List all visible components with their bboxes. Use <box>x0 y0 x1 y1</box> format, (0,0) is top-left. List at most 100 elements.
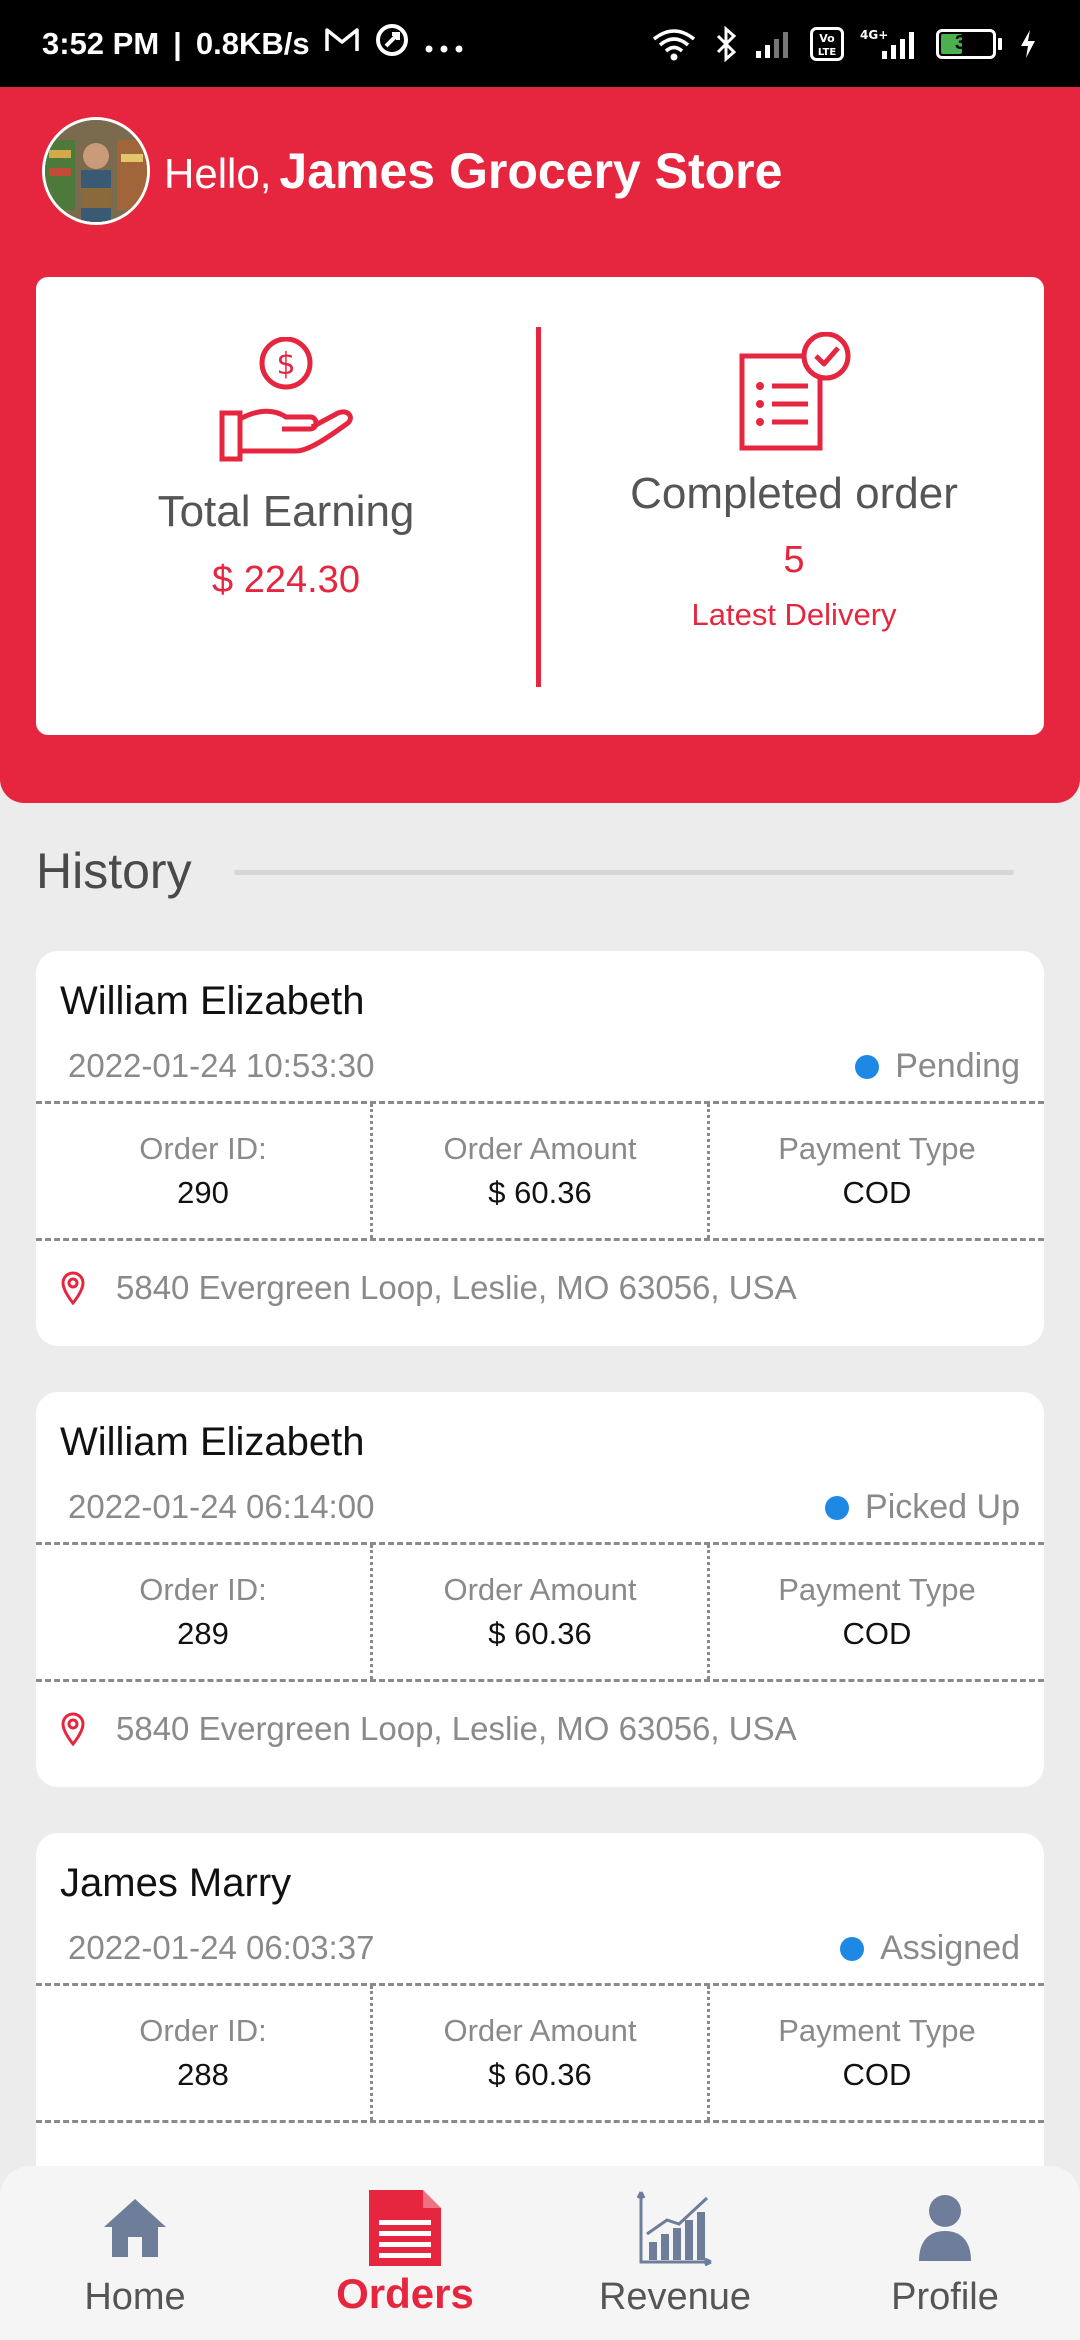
home-icon <box>95 2188 175 2268</box>
status-dot <box>840 1936 865 1961</box>
wifi-icon <box>650 27 698 61</box>
order-id-label: Order ID: <box>139 2013 267 2048</box>
stats-card: $ Total Earning $ 224.30 Completed order… <box>36 277 1044 735</box>
order-amount-cell: Order Amount $ 60.36 <box>370 1545 707 1679</box>
order-id-value: 290 <box>177 1175 229 1210</box>
greeting-label: Hello, <box>164 150 272 197</box>
payment-type-label: Payment Type <box>778 2013 976 2048</box>
customer-name: William Elizabeth <box>60 1420 365 1464</box>
order-id-value: 288 <box>177 2057 229 2092</box>
order-info-row: Order ID: 289 Order Amount $ 60.36 Payme… <box>36 1542 1044 1682</box>
payment-type-cell: Payment Type COD <box>707 1986 1044 2120</box>
completed-value: 5 <box>783 539 805 581</box>
order-amount-label: Order Amount <box>443 1131 637 1166</box>
nav-home[interactable]: Home <box>0 2166 270 2340</box>
greeting-text: Hello, James Grocery Store <box>164 142 782 200</box>
customer-name: William Elizabeth <box>60 979 365 1023</box>
gmail-icon <box>324 26 360 62</box>
header: Hello, James Grocery Store $ Total Earnin… <box>0 87 1080 803</box>
address-text: 5840 Evergreen Loop, Leslie, MO 63056, U… <box>116 1710 797 1747</box>
order-id-value: 289 <box>177 1616 229 1651</box>
order-info-row: Order ID: 288 Order Amount $ 60.36 Payme… <box>36 1983 1044 2123</box>
svg-text:4G+: 4G+ <box>860 28 888 42</box>
charging-icon <box>1018 28 1038 60</box>
signal-icon <box>754 29 794 59</box>
status-bar: 3:52 PM | 0.8KB/s Vo LTE 4G+ 39 <box>0 0 1080 87</box>
location-pin-icon <box>61 1271 85 1305</box>
greeting: Hello, James Grocery Store <box>42 117 782 225</box>
total-earning-stat: $ Total Earning $ 224.30 <box>36 277 536 735</box>
order-amount-label: Order Amount <box>443 2013 637 2048</box>
separator: | <box>173 25 182 61</box>
payment-type-value: COD <box>842 2057 912 2092</box>
stats-divider <box>536 327 541 687</box>
nav-profile-label: Profile <box>891 2276 999 2318</box>
bluetooth-icon <box>714 25 738 62</box>
status-dot <box>855 1054 880 1079</box>
battery-icon: 39 <box>936 28 1002 59</box>
nav-revenue-label: Revenue <box>598 2276 752 2318</box>
nav-orders-label: Orders <box>336 2270 474 2317</box>
order-card[interactable]: William Elizabeth 2022-01-24 06:14:00 Pi… <box>36 1392 1044 1787</box>
order-amount-value: $ 60.36 <box>488 2057 592 2092</box>
order-amount-value: $ 60.36 <box>488 1616 592 1651</box>
nav-home-label: Home <box>84 2276 186 2318</box>
revenue-chart-icon <box>635 2188 715 2268</box>
avatar[interactable] <box>42 117 150 225</box>
order-id-label: Order ID: <box>139 1131 267 1166</box>
nav-profile[interactable]: Profile <box>810 2166 1080 2340</box>
order-amount-value: $ 60.36 <box>488 1175 592 1210</box>
order-info-row: Order ID: 290 Order Amount $ 60.36 Payme… <box>36 1101 1044 1241</box>
payment-type-label: Payment Type <box>778 1572 976 1607</box>
sync-icon <box>374 22 410 66</box>
network-speed: 0.8KB/s <box>195 25 310 61</box>
history-divider <box>234 870 1014 875</box>
order-id-cell: Order ID: 289 <box>36 1545 370 1679</box>
nav-revenue[interactable]: Revenue <box>540 2166 810 2340</box>
payment-type-cell: Payment Type COD <box>707 1104 1044 1238</box>
order-id-cell: Order ID: 290 <box>36 1104 370 1238</box>
payment-type-label: Payment Type <box>778 1131 976 1166</box>
order-status: Assigned <box>840 1929 1020 1968</box>
order-card[interactable]: William Elizabeth 2022-01-24 10:53:30 Pe… <box>36 951 1044 1346</box>
order-date: 2022-01-24 06:03:37 <box>68 1929 375 1966</box>
location-pin-icon <box>61 1712 85 1746</box>
profile-person-icon <box>905 2188 985 2268</box>
bottom-nav: Home Orders Revenue Profile <box>0 2166 1080 2340</box>
latest-delivery-label: Latest Delivery <box>691 597 897 632</box>
store-name: James Grocery Store <box>279 143 783 199</box>
payment-type-cell: Payment Type COD <box>707 1545 1044 1679</box>
status-label: Assigned <box>880 1929 1020 1967</box>
completed-order-stat[interactable]: Completed order 5 Latest Delivery <box>544 277 1044 735</box>
clock: 3:52 PM <box>42 25 160 61</box>
nav-orders[interactable]: Orders <box>270 2166 540 2340</box>
status-label: Picked Up <box>865 1488 1020 1526</box>
order-date: 2022-01-24 06:14:00 <box>68 1488 375 1525</box>
order-status: Pending <box>855 1047 1020 1086</box>
order-id-cell: Order ID: 288 <box>36 1986 370 2120</box>
svg-text:LTE: LTE <box>818 47 837 58</box>
order-amount-cell: Order Amount $ 60.36 <box>370 1986 707 2120</box>
svg-text:$: $ <box>276 347 295 382</box>
mobile-signal-icon: 4G+ <box>860 27 920 61</box>
payment-type-value: COD <box>842 1175 912 1210</box>
battery-level: 39 <box>954 32 978 54</box>
volte-icon: Vo LTE <box>810 26 844 61</box>
order-amount-cell: Order Amount $ 60.36 <box>370 1104 707 1238</box>
order-date: 2022-01-24 10:53:30 <box>68 1047 375 1084</box>
earning-value: $ 224.30 <box>212 559 360 601</box>
status-dot <box>825 1495 850 1520</box>
history-title: History <box>36 843 192 899</box>
status-label: Pending <box>895 1047 1020 1085</box>
order-address: 5840 Evergreen Loop, Leslie, MO 63056, U… <box>60 1710 797 1748</box>
earning-hand-icon: $ <box>216 336 356 472</box>
order-amount-label: Order Amount <box>443 1572 637 1607</box>
payment-type-value: COD <box>842 1616 912 1651</box>
order-id-label: Order ID: <box>139 1572 267 1607</box>
order-status: Picked Up <box>825 1488 1020 1527</box>
earning-title: Total Earning <box>157 487 415 536</box>
svg-text:Vo: Vo <box>819 32 835 45</box>
customer-name: James Marry <box>60 1861 292 1905</box>
more-icon <box>424 26 464 62</box>
completed-clipboard-icon <box>734 331 854 457</box>
